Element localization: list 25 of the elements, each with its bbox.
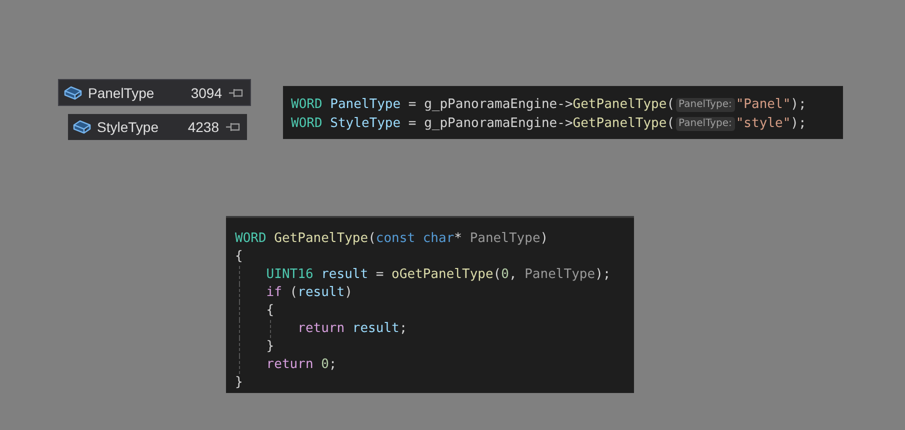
pin-icon[interactable] — [225, 121, 241, 133]
completion-item[interactable]: PanelType 3094 — [58, 79, 251, 106]
code-line: } — [235, 374, 243, 392]
code-line: UINT16 result = oGetPanelType(0, PanelType); — [265, 266, 611, 284]
cube-icon — [63, 84, 83, 100]
code-line: return result; — [296, 320, 408, 338]
code-line: return 0; — [265, 356, 337, 374]
code-text: "style"); — [736, 115, 806, 133]
cube-icon — [72, 119, 92, 135]
item-count: 3094 — [190, 84, 222, 100]
code-text: "Panel"); — [736, 96, 806, 114]
inlay-hint: PanelType: — [676, 116, 735, 130]
item-label: StyleType — [97, 119, 160, 135]
inlay-hint: PanelType: — [676, 98, 735, 112]
code-line: WORD GetPanelType(const char* PanelType) — [235, 230, 548, 248]
item-count: 4238 — [188, 119, 219, 135]
code-line: } — [265, 338, 274, 356]
pin-icon[interactable] — [228, 86, 244, 98]
code-line: if (result) — [265, 284, 352, 302]
code-line: { — [265, 302, 274, 320]
code-text: WORD PanelType = g_pPanoramaEngine->GetPanelType( — [291, 96, 675, 114]
code-text: WORD StyleType = g_pPanoramaEngine->GetPanelType( — [291, 115, 675, 133]
code-line: { — [235, 248, 243, 266]
item-label: PanelType — [88, 84, 156, 100]
completion-item[interactable]: StyleType 4238 — [68, 114, 247, 140]
